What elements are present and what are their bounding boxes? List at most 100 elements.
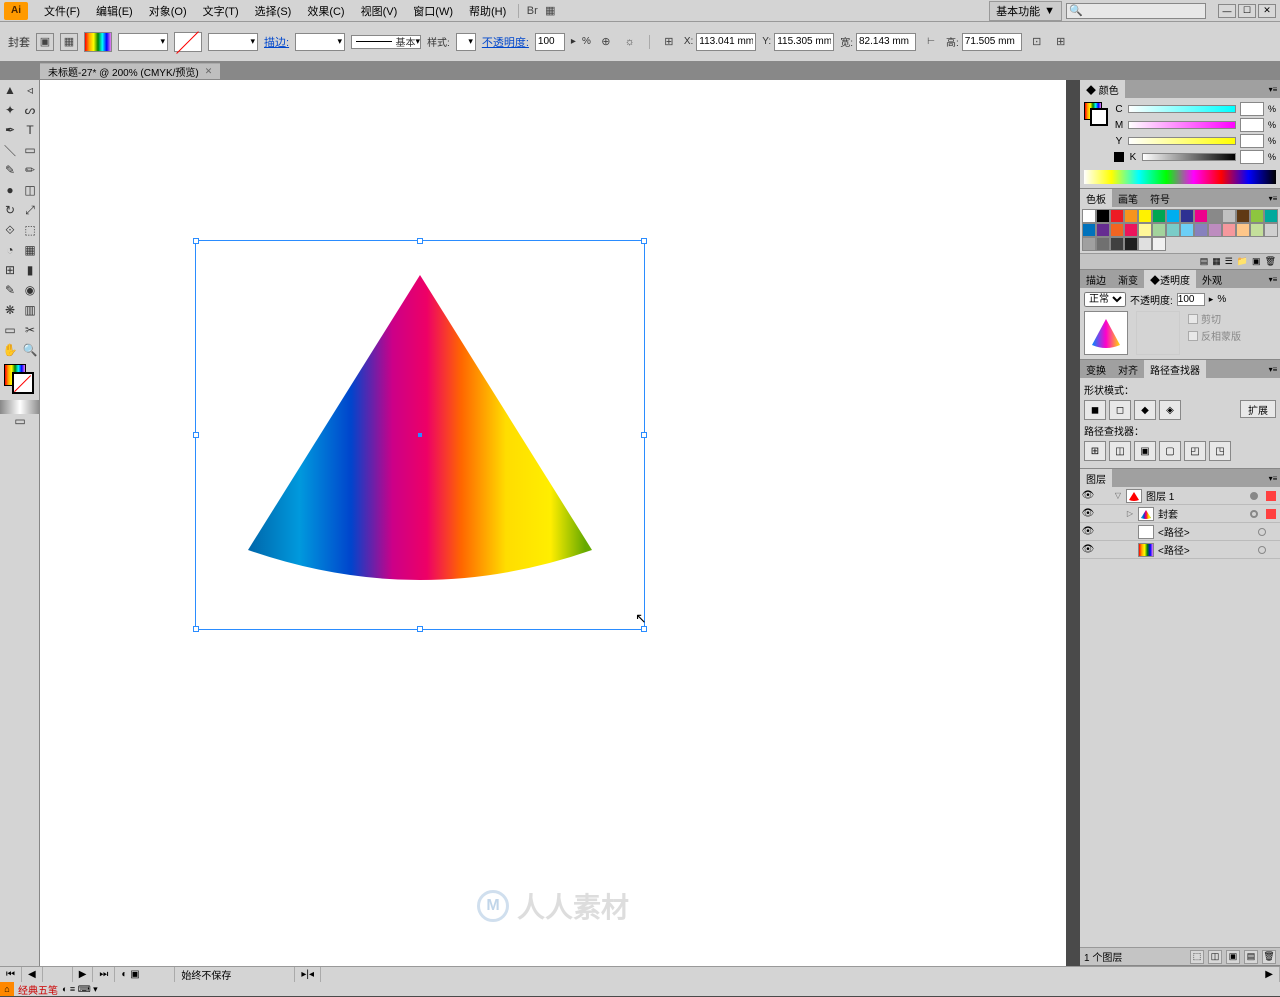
layer-row[interactable]: 👁 <路径> xyxy=(1080,523,1280,541)
trans-transparency-tab[interactable]: ◆透明度 xyxy=(1144,270,1196,289)
w-input[interactable] xyxy=(856,33,916,51)
swatch[interactable] xyxy=(1110,237,1124,251)
menu-effect[interactable]: 效果(C) xyxy=(299,1,352,21)
swatch[interactable] xyxy=(1250,223,1264,237)
pathfinder-menu-icon[interactable]: ▾≡ xyxy=(1266,365,1280,374)
shape-builder-tool[interactable]: ◔ xyxy=(0,240,20,260)
outline-button[interactable]: ◰ xyxy=(1184,441,1206,461)
layer-row[interactable]: 👁 <路径> xyxy=(1080,541,1280,559)
new-group-icon[interactable]: 📁 xyxy=(1237,256,1248,267)
expand-icon[interactable]: ▽ xyxy=(1112,491,1124,500)
bridge-icon[interactable]: Br xyxy=(523,2,541,20)
document-tab[interactable]: 未标题-27* @ 200% (CMYK/预览) ✕ xyxy=(40,63,220,79)
swatch[interactable] xyxy=(1152,223,1166,237)
visibility-icon[interactable]: 👁 xyxy=(1080,490,1096,501)
swatch[interactable] xyxy=(1208,209,1222,223)
gradient-tool[interactable]: ▮ xyxy=(20,260,40,280)
color-preview[interactable] xyxy=(1084,102,1110,128)
layer-row[interactable]: 👁 ▽ 图层 1 xyxy=(1080,487,1280,505)
menu-edit[interactable]: 编辑(E) xyxy=(88,1,141,21)
lasso-tool[interactable]: ᔕ xyxy=(20,100,40,120)
envelope-options-icon[interactable]: ☼ xyxy=(621,33,639,51)
layer-name[interactable]: 图层 1 xyxy=(1144,488,1250,503)
visibility-icon[interactable]: 👁 xyxy=(1080,526,1096,537)
target-icon[interactable] xyxy=(1258,546,1266,554)
transparency-menu-icon[interactable]: ▾≡ xyxy=(1266,275,1280,284)
swatch[interactable] xyxy=(1124,223,1138,237)
swatch[interactable] xyxy=(1194,223,1208,237)
minus-back-button[interactable]: ◳ xyxy=(1209,441,1231,461)
merge-button[interactable]: ▣ xyxy=(1134,441,1156,461)
swatch[interactable] xyxy=(1082,209,1096,223)
close-button[interactable]: ✕ xyxy=(1258,4,1276,18)
swatch[interactable] xyxy=(1180,209,1194,223)
swatches-menu-icon[interactable]: ▾≡ xyxy=(1266,194,1280,203)
make-clipmask-icon[interactable]: ◫ xyxy=(1208,950,1222,964)
k-slider[interactable] xyxy=(1142,153,1236,161)
brushes-tab[interactable]: 画笔 xyxy=(1112,189,1144,208)
opacity-link[interactable]: 不透明度: xyxy=(482,34,529,50)
menu-type[interactable]: 文字(T) xyxy=(195,1,247,21)
stroke-dropdown[interactable]: ▾ xyxy=(208,33,258,51)
first-artboard-icon[interactable]: ⏮ xyxy=(0,967,22,982)
last-artboard-icon[interactable]: ⏭ xyxy=(93,967,115,982)
canvas[interactable]: ↖ M 人人素材 xyxy=(40,80,1066,966)
panel-dock-strip[interactable] xyxy=(1066,80,1080,966)
target-icon[interactable] xyxy=(1250,510,1258,518)
pen-tool[interactable]: ✒ xyxy=(0,120,20,140)
line-tool[interactable]: ＼ xyxy=(0,140,20,160)
layer-row[interactable]: 👁 ▷ 封套 xyxy=(1080,505,1280,523)
swatch[interactable] xyxy=(1222,223,1236,237)
layer-name[interactable]: <路径> xyxy=(1156,524,1258,539)
exclude-button[interactable]: ◈ xyxy=(1159,400,1181,420)
pathfinder-tab[interactable]: 路径查找器 xyxy=(1144,360,1206,379)
stroke-indicator[interactable] xyxy=(12,372,34,394)
layers-menu-icon[interactable]: ▾≡ xyxy=(1266,474,1280,483)
swatch[interactable] xyxy=(1152,209,1166,223)
swatch[interactable] xyxy=(1264,209,1278,223)
menu-file[interactable]: 文件(F) xyxy=(36,1,88,21)
swatch[interactable] xyxy=(1166,209,1180,223)
recolor-icon[interactable]: ⊕ xyxy=(597,33,615,51)
artboard-nav[interactable] xyxy=(43,967,73,982)
menu-view[interactable]: 视图(V) xyxy=(353,1,406,21)
free-transform-tool[interactable]: ⬚ xyxy=(20,220,40,240)
symbols-tab[interactable]: 符号 xyxy=(1144,189,1176,208)
next-artboard-icon[interactable]: ▶ xyxy=(73,967,94,982)
menu-select[interactable]: 选择(S) xyxy=(247,1,300,21)
pencil-tool[interactable]: ✏ xyxy=(20,160,40,180)
swatch[interactable] xyxy=(1264,223,1278,237)
swatch[interactable] xyxy=(1208,223,1222,237)
swatch[interactable] xyxy=(1138,223,1152,237)
ime-icons[interactable]: ◐ ≡ ⌨ ▾ xyxy=(62,984,98,995)
delete-layer-icon[interactable]: 🗑 xyxy=(1262,950,1276,964)
swatch[interactable] xyxy=(1124,209,1138,223)
status-info[interactable]: ◐ ▣ xyxy=(115,967,175,982)
selection-bounds[interactable] xyxy=(195,240,645,630)
eraser-tool[interactable]: ◫ xyxy=(20,180,40,200)
swatch[interactable] xyxy=(1222,209,1236,223)
layer-name[interactable]: <路径> xyxy=(1156,542,1258,557)
opacity-stepper-icon[interactable]: ▸ xyxy=(571,36,576,47)
m-slider[interactable] xyxy=(1128,121,1236,129)
m-input[interactable] xyxy=(1240,118,1264,132)
perspective-tool[interactable]: ▦ xyxy=(20,240,40,260)
layers-tab[interactable]: 图层 xyxy=(1080,469,1112,488)
stroke-link[interactable]: 描边: xyxy=(264,34,289,50)
minimize-button[interactable]: — xyxy=(1218,4,1236,18)
mesh-tool[interactable]: ⊞ xyxy=(0,260,20,280)
trans-opacity-input[interactable] xyxy=(1177,293,1205,306)
expand-button[interactable]: 扩展 xyxy=(1240,400,1276,418)
rectangle-tool[interactable]: ▭ xyxy=(20,140,40,160)
fill-dropdown[interactable]: ▾ xyxy=(118,33,168,51)
clip-checkbox[interactable]: 剪切 xyxy=(1188,311,1241,326)
trans-appearance-tab[interactable]: 外观 xyxy=(1196,270,1228,289)
style-dropdown[interactable]: ▾ xyxy=(456,33,476,51)
swatch-kind-icon[interactable]: ▦ xyxy=(1212,256,1221,267)
zoom-tool[interactable]: 🔍 xyxy=(20,340,40,360)
workspace-switcher[interactable]: 基本功能 ▼ xyxy=(989,1,1062,21)
stroke-profile[interactable]: 基本▾ xyxy=(351,35,421,49)
prev-artboard-icon[interactable]: ◀ xyxy=(22,967,43,982)
hand-tool[interactable]: ✋ xyxy=(0,340,20,360)
swatch[interactable] xyxy=(1096,237,1110,251)
